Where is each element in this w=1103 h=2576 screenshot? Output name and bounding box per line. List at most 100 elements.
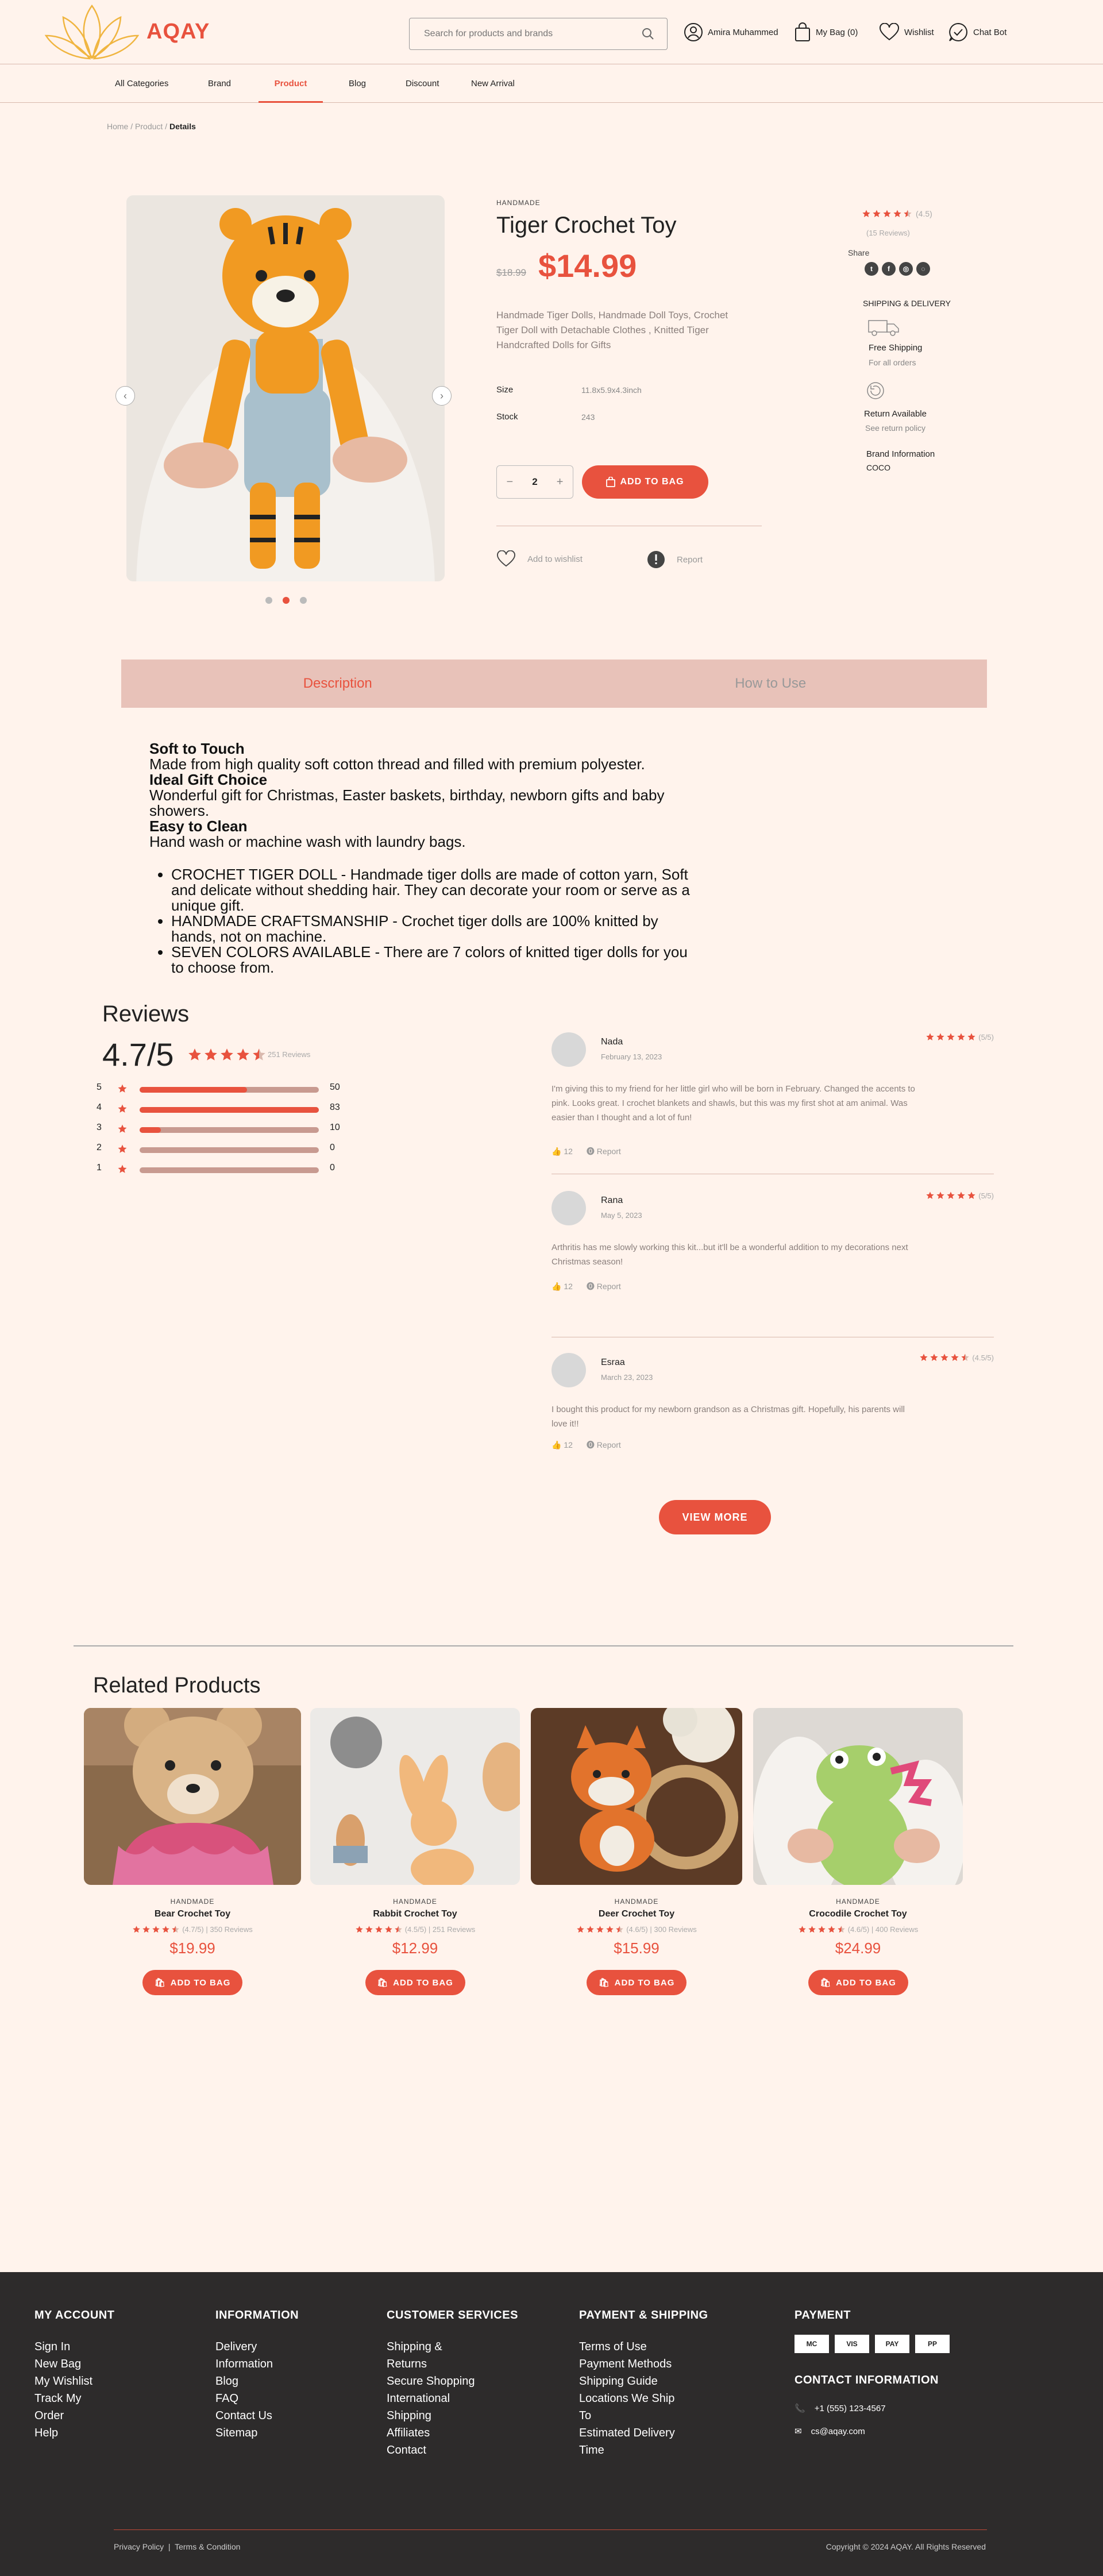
product-card[interactable]: HANDMADE Deer Crochet Toy (4.6/5) | 300 … (531, 1708, 742, 1995)
footer-link[interactable]: Shipping Guide (579, 2373, 708, 2390)
facebook-icon[interactable]: f (882, 262, 896, 276)
decrease-button[interactable]: − (507, 476, 514, 489)
brand-info-value[interactable]: COCO (866, 463, 890, 472)
footer-link[interactable]: Shipping (387, 2407, 518, 2424)
nav-product[interactable]: Product (259, 65, 323, 103)
footer-link[interactable]: Time (579, 2442, 708, 2459)
whatsapp-icon[interactable]: ◌ (916, 262, 930, 276)
footer-link[interactable]: Help (34, 2424, 114, 2442)
breadcrumb-home[interactable]: Home (107, 122, 128, 131)
gallery-dot[interactable] (265, 597, 272, 604)
footer-link[interactable]: Locations We Ship (579, 2390, 708, 2407)
contact-email[interactable]: ✉ cs@aqay.com (795, 2426, 955, 2437)
account-button[interactable]: Amira Muhammed (684, 22, 778, 43)
footer-link[interactable]: Information (215, 2355, 299, 2373)
footer-link[interactable]: Payment Methods (579, 2355, 708, 2373)
search-icon[interactable] (642, 28, 654, 40)
instagram-icon[interactable]: ◎ (899, 262, 913, 276)
increase-button[interactable]: + (557, 476, 564, 489)
product-card-image[interactable] (310, 1708, 520, 1885)
add-to-bag-button[interactable]: 🛍 ADD TO BAG (365, 1970, 465, 1995)
add-to-bag-button[interactable]: 🛍 ADD TO BAG (142, 1970, 242, 1995)
footer-link[interactable]: Delivery (215, 2338, 299, 2355)
footer-link[interactable]: Contact Us (215, 2407, 299, 2424)
like-button[interactable]: 👍 12 (552, 1440, 573, 1450)
footer-link[interactable]: Shipping & (387, 2338, 518, 2355)
wishlist-button[interactable]: Wishlist (879, 22, 934, 43)
tab-how-to-use[interactable]: How to Use (554, 660, 988, 708)
like-button[interactable]: 👍 12 (552, 1147, 573, 1156)
nav-blog[interactable]: Blog (349, 65, 366, 103)
divider (74, 1645, 1013, 1646)
footer-link[interactable]: Returns (387, 2355, 518, 2373)
footer-link[interactable]: Track My (34, 2390, 114, 2407)
twitter-icon[interactable]: t (865, 262, 878, 276)
description-body: Soft to Touch Made from high quality sof… (149, 741, 695, 975)
footer-link[interactable]: Estimated Delivery (579, 2424, 708, 2442)
brand-name[interactable]: AQAY (146, 20, 210, 44)
footer-heading: PAYMENT (795, 2309, 851, 2322)
search-input[interactable] (424, 25, 637, 43)
gallery-dot[interactable] (283, 597, 290, 604)
bag-button[interactable]: My Bag (0) (794, 22, 858, 43)
product-image[interactable] (126, 195, 445, 581)
prev-image-button[interactable]: ‹ (115, 386, 135, 406)
footer-link[interactable]: International (387, 2390, 518, 2407)
product-card-image[interactable] (531, 1708, 742, 1885)
rating-text: (4.5/5) | 251 Reviews (404, 1925, 476, 1934)
footer-link[interactable]: My Wishlist (34, 2373, 114, 2390)
return-policy-link[interactable]: See return policy (865, 423, 925, 433)
add-to-bag-button[interactable]: 🛍 ADD TO BAG (808, 1970, 908, 1995)
footer-link[interactable]: Order (34, 2407, 114, 2424)
product-card-tag: HANDMADE (614, 1898, 659, 1906)
nav-discount[interactable]: Discount (406, 65, 439, 103)
footer-link[interactable]: Secure Shopping (387, 2373, 518, 2390)
breadcrumb-product[interactable]: Product (135, 122, 163, 131)
search-box[interactable] (409, 18, 668, 50)
product-card-name[interactable]: Deer Crochet Toy (531, 1909, 742, 1919)
product-card-image[interactable] (84, 1708, 301, 1885)
footer-link[interactable]: Sign In (34, 2338, 114, 2355)
report-review-button[interactable]: ⓿ Report (587, 1439, 621, 1451)
product-card-name[interactable]: Rabbit Crochet Toy (310, 1909, 520, 1919)
rating-bar-track (140, 1087, 319, 1093)
quantity-stepper[interactable]: − 2 + (496, 465, 573, 499)
add-to-bag-button[interactable]: ADD TO BAG (582, 465, 708, 499)
product-card-image[interactable] (753, 1708, 963, 1885)
product-card-name[interactable]: Crocodile Crochet Toy (753, 1909, 963, 1919)
footer-link[interactable]: New Bag (34, 2355, 114, 2373)
review-count[interactable]: (15 Reviews) (866, 229, 910, 237)
footer-link[interactable]: Affiliates (387, 2424, 518, 2442)
rating-bar-row: 3 10 (97, 1123, 349, 1136)
footer-link[interactable]: Sitemap (215, 2424, 299, 2442)
reviews-count: 251 Reviews (268, 1050, 311, 1059)
product-card[interactable]: HANDMADE Bear Crochet Toy (4.7/5) | 350 … (84, 1708, 301, 1995)
lotus-logo-icon[interactable] (40, 0, 144, 63)
product-card[interactable]: HANDMADE Crocodile Crochet Toy (4.6/5) |… (753, 1708, 963, 1995)
report-button[interactable]: Report (647, 550, 703, 569)
add-to-wishlist-button[interactable]: Add to wishlist (496, 550, 583, 568)
footer-link[interactable]: Contact (387, 2442, 518, 2459)
footer-link[interactable]: FAQ (215, 2390, 299, 2407)
nav-new-arrival[interactable]: New Arrival (471, 65, 515, 103)
product-card-name[interactable]: Bear Crochet Toy (84, 1909, 301, 1919)
footer-link[interactable]: To (579, 2407, 708, 2424)
tab-description[interactable]: Description (121, 660, 554, 708)
privacy-policy-link[interactable]: Privacy Policy (114, 2542, 164, 2551)
terms-link[interactable]: Terms & Condition (175, 2542, 240, 2551)
report-review-button[interactable]: ⓿ Report (587, 1146, 621, 1157)
nav-all-categories[interactable]: All Categories (115, 65, 168, 103)
next-image-button[interactable]: › (432, 386, 452, 406)
view-more-button[interactable]: VIEW MORE (659, 1500, 771, 1534)
gallery-dot[interactable] (300, 597, 307, 604)
like-button[interactable]: 👍 12 (552, 1282, 573, 1291)
contact-phone[interactable]: 📞 +1 (555) 123-4567 (795, 2403, 955, 2414)
chat-bot-button[interactable]: Chat Bot (948, 22, 1006, 43)
add-to-bag-button[interactable]: 🛍 ADD TO BAG (587, 1970, 687, 1995)
footer-link[interactable]: Blog (215, 2373, 299, 2390)
report-review-button[interactable]: ⓿ Report (587, 1281, 621, 1292)
product-card[interactable]: HANDMADE Rabbit Crochet Toy (4.5/5) | 25… (310, 1708, 520, 1995)
nav-brand[interactable]: Brand (208, 65, 231, 103)
footer-link[interactable]: Terms of Use (579, 2338, 708, 2355)
footer-heading: CUSTOMER SERVICES (387, 2309, 518, 2322)
